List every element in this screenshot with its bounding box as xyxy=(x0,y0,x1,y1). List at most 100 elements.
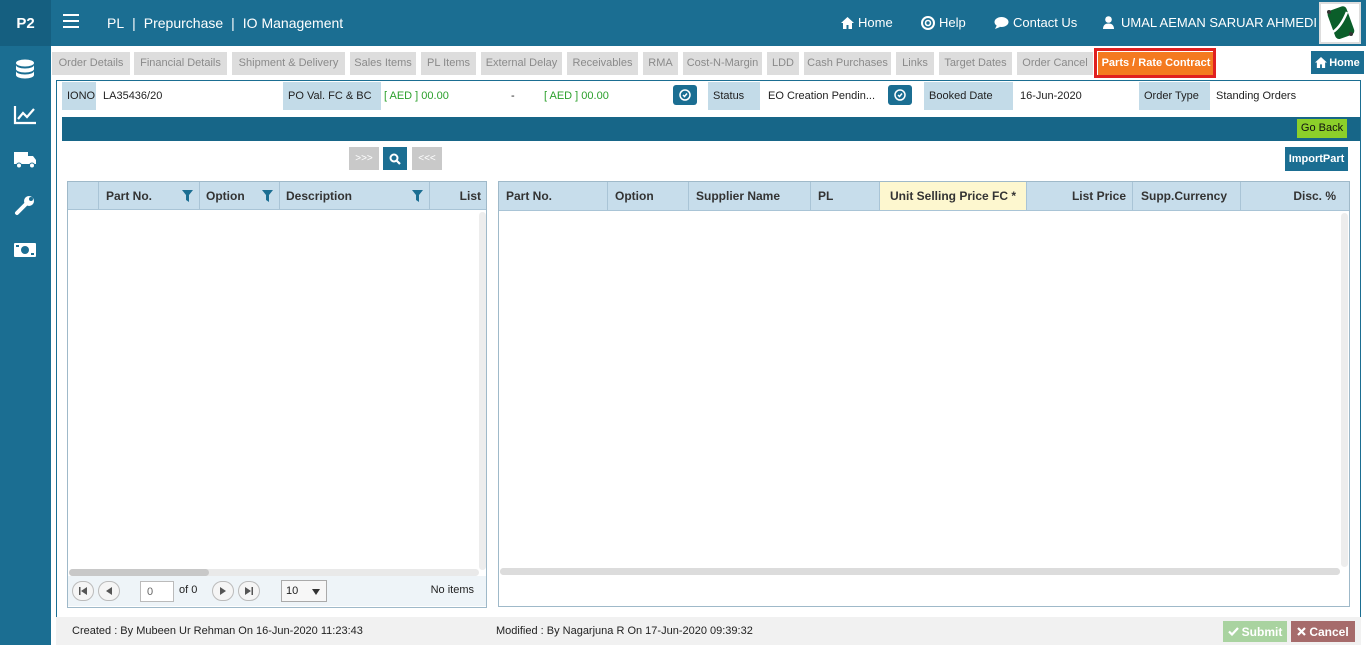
order-type-value: Standing Orders xyxy=(1216,90,1297,102)
order-type-label: Order Type xyxy=(1139,82,1210,110)
created-info: Created : By Mubeen Ur Rehman On 16-Jun-… xyxy=(72,625,363,637)
status-refresh-icon[interactable] xyxy=(888,85,912,105)
left-grid-pager: of 0 10 No items xyxy=(68,576,486,606)
chart-line-icon[interactable] xyxy=(12,103,38,127)
filter-icon[interactable] xyxy=(182,190,193,202)
app-logo[interactable]: P2 xyxy=(0,0,51,46)
cancel-button[interactable]: Cancel xyxy=(1291,621,1355,642)
tab-receivables[interactable]: Receivables xyxy=(567,52,638,75)
tab-links[interactable]: Links xyxy=(896,52,934,75)
nav-contact-link[interactable]: Contact Us xyxy=(994,15,1077,30)
right-col-supp-currency[interactable]: Supp.Currency xyxy=(1133,182,1241,210)
help-icon xyxy=(921,15,935,30)
nav-home-link[interactable]: Home xyxy=(841,15,893,30)
left-grid-scroll-thumb[interactable] xyxy=(69,569,209,576)
nav-contact-label: Contact Us xyxy=(1013,15,1078,30)
next-page-icon[interactable] xyxy=(212,581,234,601)
last-page-icon[interactable] xyxy=(238,581,260,601)
left-grid-vertical-scrollbar[interactable] xyxy=(479,212,486,570)
tab-shipment-delivery[interactable]: Shipment & Delivery xyxy=(232,52,345,75)
po-value-fc: [ AED ] 00.00 xyxy=(384,90,449,102)
user-icon xyxy=(1103,16,1114,29)
breadcrumb-item[interactable]: IO Management xyxy=(243,15,343,31)
left-grid-header: Part No. Option Description List xyxy=(68,182,486,210)
modified-info: Modified : By Nagarjuna R On 17-Jun-2020… xyxy=(496,625,753,637)
right-grid-scroll-thumb[interactable] xyxy=(500,568,1340,575)
left-col-description[interactable]: Description xyxy=(280,182,430,209)
right-grid-horizontal-scrollbar[interactable] xyxy=(500,568,1340,575)
right-col-option[interactable]: Option xyxy=(608,182,689,210)
active-tab-highlight xyxy=(1094,48,1216,78)
chat-icon xyxy=(994,17,1009,29)
left-parts-grid: Part No. Option Description List xyxy=(67,181,487,608)
po-value-dash: - xyxy=(511,90,515,102)
hamburger-menu-icon[interactable] xyxy=(63,14,79,28)
home-button[interactable]: Home xyxy=(1311,51,1364,74)
left-col-part-no[interactable]: Part No. xyxy=(99,182,200,209)
left-col-list[interactable]: List xyxy=(430,182,487,209)
section-header-bar xyxy=(62,117,1360,141)
status-label: Status xyxy=(708,82,760,110)
filter-icon[interactable] xyxy=(262,190,273,202)
right-grid-header: Part No. Option Supplier Name PL Unit Se… xyxy=(499,182,1349,211)
right-col-part-no[interactable]: Part No. xyxy=(499,182,608,210)
tab-external-delay[interactable]: External Delay xyxy=(481,52,562,75)
tab-target-dates[interactable]: Target Dates xyxy=(939,52,1012,75)
page-size-value: 10 xyxy=(286,585,299,597)
tab-sales-items[interactable]: Sales Items xyxy=(350,52,416,75)
home-icon xyxy=(841,16,854,29)
footer-bar: Created : By Mubeen Ur Rehman On 16-Jun-… xyxy=(56,617,1361,645)
nav-home-label: Home xyxy=(858,15,893,30)
submit-button[interactable]: Submit xyxy=(1223,621,1287,642)
pager-empty-status: No items xyxy=(430,584,474,596)
first-page-icon[interactable] xyxy=(72,581,94,601)
right-col-supplier-name[interactable]: Supplier Name xyxy=(689,182,811,210)
user-menu[interactable]: UMAL AEMAN SARUAR AHMEDI xyxy=(1103,15,1317,30)
right-col-unit-selling-price[interactable]: Unit Selling Price FC * xyxy=(880,182,1027,210)
breadcrumb-separator: | xyxy=(231,15,235,31)
go-back-button[interactable]: Go Back xyxy=(1297,119,1347,138)
right-col-list-price[interactable]: List Price xyxy=(1027,182,1133,210)
database-icon[interactable] xyxy=(12,58,38,82)
move-back-button[interactable]: <<< xyxy=(412,147,442,170)
iono-label: IONO xyxy=(62,82,96,110)
tab-cost-n-margin[interactable]: Cost-N-Margin xyxy=(683,52,762,75)
page-number-input[interactable] xyxy=(140,581,174,602)
breadcrumb-item[interactable]: PL xyxy=(107,15,124,31)
nav-help-label: Help xyxy=(939,15,966,30)
left-col-option[interactable]: Option xyxy=(200,182,280,209)
tab-financial-details[interactable]: Financial Details xyxy=(134,52,227,75)
company-logo-avatar[interactable] xyxy=(1319,2,1361,44)
right-grid-vertical-scrollbar[interactable] xyxy=(1341,213,1348,567)
right-col-pl[interactable]: PL xyxy=(811,182,880,210)
check-icon xyxy=(1227,627,1239,636)
filter-icon[interactable] xyxy=(412,190,423,202)
move-forward-button[interactable]: >>> xyxy=(349,147,379,170)
left-grid-select-column[interactable] xyxy=(68,182,99,209)
truck-icon[interactable] xyxy=(12,148,38,172)
import-part-button[interactable]: ImportPart xyxy=(1285,147,1348,171)
sidebar: P2 xyxy=(0,0,51,645)
order-info-row: IONO LA35436/20 PO Val. FC & BC [ AED ] … xyxy=(62,82,1360,110)
cancel-label: Cancel xyxy=(1309,624,1349,639)
tab-rma[interactable]: RMA xyxy=(643,52,678,75)
submit-label: Submit xyxy=(1241,624,1283,639)
tab-cash-purchases[interactable]: Cash Purchases xyxy=(804,52,891,75)
user-name: UMAL AEMAN SARUAR AHMEDI xyxy=(1121,15,1318,30)
left-col-option-label: Option xyxy=(206,188,245,203)
wrench-icon[interactable] xyxy=(12,193,38,217)
tab-pl-items[interactable]: PL Items xyxy=(421,52,476,75)
right-col-disc-percent[interactable]: Disc. % xyxy=(1241,182,1350,210)
breadcrumb-item[interactable]: Prepurchase xyxy=(144,15,223,31)
status-value: EO Creation Pendin... xyxy=(768,90,876,102)
previous-page-icon[interactable] xyxy=(98,581,120,601)
tab-ldd[interactable]: LDD xyxy=(767,52,799,75)
po-value-refresh-icon[interactable] xyxy=(673,85,697,105)
tab-order-details[interactable]: Order Details xyxy=(52,52,130,75)
search-icon[interactable] xyxy=(383,147,407,170)
page-size-select[interactable]: 10 xyxy=(281,580,327,602)
money-icon[interactable] xyxy=(12,238,38,262)
nav-help-link[interactable]: Help xyxy=(921,15,966,30)
left-grid-horizontal-scrollbar[interactable] xyxy=(69,569,479,576)
tab-order-cancel[interactable]: Order Cancel xyxy=(1017,52,1093,75)
